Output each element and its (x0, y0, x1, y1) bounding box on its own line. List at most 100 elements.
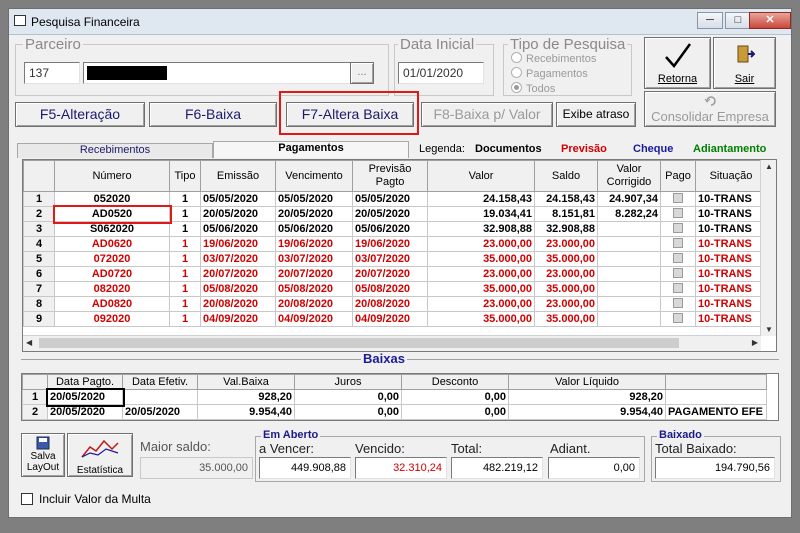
table-row[interactable]: 1 052020 1 05/05/2020 05/05/2020 05/05/2020 24… (23, 191, 767, 207)
cell-previsao[interactable]: 03/07/2020 (352, 251, 428, 267)
cell-pago[interactable] (660, 206, 696, 222)
cell-valor[interactable]: 35.000,00 (427, 311, 535, 327)
cell-vencimento[interactable]: 05/06/2020 (275, 221, 353, 237)
cell-corrigido[interactable] (597, 266, 661, 282)
cell-previsao[interactable]: 05/08/2020 (352, 281, 428, 297)
cell-situacao[interactable]: 10-TRANS (695, 266, 767, 282)
parceiro-lookup-button[interactable]: ... (350, 62, 374, 84)
col-data-efetiv[interactable]: Data Efetiv. (122, 374, 198, 390)
cell-numero[interactable]: AD0820 (54, 296, 170, 312)
table-row[interactable]: 5 072020 1 03/07/2020 03/07/2020 03/07/2020 35… (23, 251, 767, 267)
pago-checkbox[interactable] (673, 192, 683, 203)
cell-emissao[interactable]: 05/06/2020 (200, 221, 276, 237)
cell-situacao[interactable]: 10-TRANS (695, 191, 767, 207)
cell-tipo[interactable]: 1 (169, 191, 201, 207)
col-emissao[interactable]: Emissão (200, 160, 276, 192)
cell-previsao[interactable]: 04/09/2020 (352, 311, 428, 327)
cell-corrigido[interactable] (597, 296, 661, 312)
cell-valor[interactable]: 23.000,00 (427, 266, 535, 282)
cell-val-baixa[interactable]: 928,20 (197, 389, 295, 405)
grid-vertical-scrollbar[interactable]: ▲ ▼ (760, 160, 776, 336)
cell-saldo[interactable]: 8.151,81 (534, 206, 598, 222)
col-data-pagto[interactable]: Data Pagto. (47, 374, 123, 390)
cell-situacao[interactable]: 10-TRANS (695, 281, 767, 297)
cell-valor[interactable]: 24.158,43 (427, 191, 535, 207)
pago-checkbox[interactable] (673, 252, 683, 263)
f8-baixa-valor-button[interactable]: F8-Baixa p/ Valor (421, 102, 553, 127)
cell-saldo[interactable]: 23.000,00 (534, 296, 598, 312)
cell-rn[interactable]: 2 (23, 206, 55, 222)
cell-vencimento[interactable]: 05/08/2020 (275, 281, 353, 297)
cell-saldo[interactable]: 23.000,00 (534, 266, 598, 282)
cell-valor-liquido[interactable]: 9.954,40 (508, 404, 666, 420)
cell-valor[interactable]: 23.000,00 (427, 296, 535, 312)
cell-tipo[interactable]: 1 (169, 311, 201, 327)
consolidar-empresa-button[interactable]: Consolidar Empresa (644, 91, 776, 127)
col-previsao[interactable]: Previsão Pagto (352, 160, 428, 192)
pago-checkbox[interactable] (673, 312, 683, 323)
scroll-right-icon[interactable]: ▶ (752, 338, 758, 347)
cell-pago[interactable] (660, 236, 696, 252)
cell-numero[interactable]: S062020 (54, 221, 170, 237)
cell-numero[interactable]: AD0620 (54, 236, 170, 252)
cell-corrigido[interactable] (597, 311, 661, 327)
radio-pagamentos[interactable]: Pagamentos (511, 67, 588, 80)
cell-rn[interactable]: 5 (23, 251, 55, 267)
parceiro-name-field[interactable] (83, 62, 351, 84)
cell-previsao[interactable]: 20/08/2020 (352, 296, 428, 312)
salva-layout-button[interactable]: Salva LayOut (21, 433, 65, 477)
col-val-baixa[interactable]: Val.Baixa (197, 374, 295, 390)
cell-rn[interactable]: 9 (23, 311, 55, 327)
col-pago[interactable]: Pago (660, 160, 696, 192)
grid-horizontal-scrollbar[interactable]: ◀ ▶ (23, 335, 761, 351)
cell-rn[interactable]: 4 (23, 236, 55, 252)
cell-emissao[interactable]: 05/05/2020 (200, 191, 276, 207)
cell-pago[interactable] (660, 266, 696, 282)
cell-corrigido[interactable] (597, 236, 661, 252)
cell-tipo[interactable]: 1 (169, 206, 201, 222)
f6-baixa-button[interactable]: F6-Baixa (149, 102, 277, 127)
cell-pago[interactable] (660, 296, 696, 312)
col-tipo[interactable]: Tipo (169, 160, 201, 192)
cell-previsao[interactable]: 20/07/2020 (352, 266, 428, 282)
pago-checkbox[interactable] (673, 237, 683, 248)
cell-emissao[interactable]: 20/08/2020 (200, 296, 276, 312)
pago-checkbox[interactable] (673, 297, 683, 308)
cell-pago[interactable] (660, 311, 696, 327)
table-row[interactable]: 8 AD0820 1 20/08/2020 20/08/2020 20/08/2020 23… (23, 296, 767, 312)
table-row[interactable]: 9 092020 1 04/09/2020 04/09/2020 04/09/2020 35… (23, 311, 767, 327)
cell-saldo[interactable]: 35.000,00 (534, 311, 598, 327)
cell-emissao[interactable]: 03/07/2020 (200, 251, 276, 267)
cell-data-efetiv[interactable]: 20/05/2020 (122, 404, 198, 420)
parceiro-code-field[interactable]: 137 (24, 62, 80, 84)
cell-tipo[interactable]: 1 (169, 296, 201, 312)
cell-saldo[interactable]: 35.000,00 (534, 251, 598, 267)
col-vencimento[interactable]: Vencimento (275, 160, 353, 192)
col-valor-liquido[interactable]: Valor Líquido (508, 374, 666, 390)
cell-situacao[interactable]: 10-TRANS (695, 236, 767, 252)
cell-saldo[interactable]: 23.000,00 (534, 236, 598, 252)
cell-tipo[interactable]: 1 (169, 251, 201, 267)
cell-desconto[interactable]: 0,00 (401, 404, 509, 420)
cell-emissao[interactable]: 20/07/2020 (200, 266, 276, 282)
col-situacao[interactable]: Situação (695, 160, 767, 192)
tab-pagamentos[interactable]: Pagamentos (213, 141, 409, 158)
pago-checkbox[interactable] (673, 222, 683, 233)
cell-tipo[interactable]: 1 (169, 236, 201, 252)
cell-numero[interactable]: 052020 (54, 191, 170, 207)
cell-vencimento[interactable]: 19/06/2020 (275, 236, 353, 252)
cell-saldo[interactable]: 32.908,88 (534, 221, 598, 237)
cell-numero[interactable]: AD0720 (54, 266, 170, 282)
cell-emissao[interactable]: 20/05/2020 (200, 206, 276, 222)
cell-situacao[interactable]: 10-TRANS (695, 296, 767, 312)
col-saldo[interactable]: Saldo (534, 160, 598, 192)
cell-previsao[interactable]: 05/05/2020 (352, 191, 428, 207)
cell-juros[interactable]: 0,00 (294, 404, 402, 420)
cell-obs[interactable]: PAGAMENTO EFE (665, 404, 767, 420)
cell-numero[interactable]: 072020 (54, 251, 170, 267)
cell-rn[interactable]: 7 (23, 281, 55, 297)
cell-rn[interactable]: 1 (22, 389, 48, 405)
cell-rn[interactable]: 6 (23, 266, 55, 282)
cell-corrigido[interactable]: 8.282,24 (597, 206, 661, 222)
table-row[interactable]: 6 AD0720 1 20/07/2020 20/07/2020 20/07/2020 23… (23, 266, 767, 282)
